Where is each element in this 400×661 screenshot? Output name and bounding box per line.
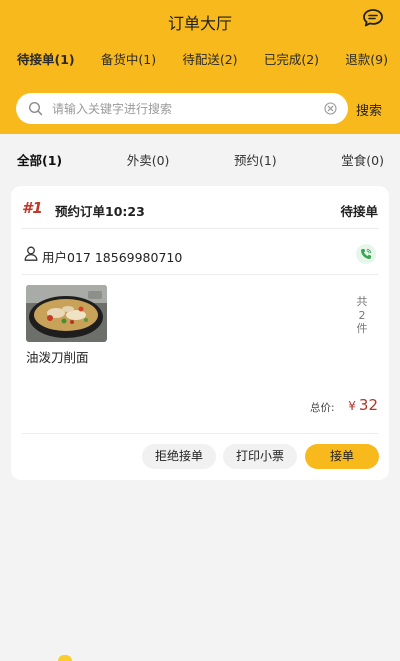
tab-all[interactable]: 全部(1) [17, 150, 62, 169]
tab-awaiting-delivery[interactable]: 待配送(2) [182, 49, 237, 68]
order-title: 预约订单10:23 [55, 204, 145, 219]
order-status: 待接单 [340, 204, 378, 219]
search-icon [28, 101, 43, 116]
currency-symbol: ¥ [348, 399, 356, 413]
message-icon[interactable] [362, 8, 384, 28]
item-name: 油泼刀削面 [26, 350, 89, 365]
quantity-value: 2 [358, 308, 366, 322]
divider [22, 228, 378, 229]
print-receipt-button[interactable]: 打印小票 [223, 444, 297, 469]
quantity-unit: 件 [356, 322, 368, 335]
app-header: 订单大厅 待接单(1) 备货中(1) 待配送(2) 已完成(2) 退款(9) 搜… [0, 0, 400, 134]
search-button[interactable]: 搜索 [356, 100, 382, 119]
home-indicator [58, 655, 72, 661]
reject-order-button[interactable]: 拒绝接单 [142, 444, 216, 469]
page-title: 订单大厅 [167, 14, 232, 33]
divider [22, 274, 378, 275]
tab-reservation[interactable]: 预约(1) [234, 150, 277, 169]
tab-preparing[interactable]: 备货中(1) [101, 49, 156, 68]
order-number: #1 [22, 199, 43, 217]
tab-refund[interactable]: 退款(9) [345, 49, 388, 68]
status-tabs: 待接单(1) 备货中(1) 待配送(2) 已完成(2) 退款(9) [0, 49, 400, 68]
tab-pending[interactable]: 待接单(1) [17, 49, 75, 68]
accept-order-button[interactable]: 接单 [305, 444, 379, 469]
user-icon [24, 246, 38, 261]
order-card[interactable]: #1 预约订单10:23 待接单 用户017 18569980710 油泼刀削面… [11, 186, 389, 480]
call-button[interactable] [356, 244, 376, 264]
tab-completed[interactable]: 已完成(2) [264, 49, 319, 68]
tab-dine-in[interactable]: 堂食(0) [341, 150, 384, 169]
total-price: ¥32 [348, 396, 378, 414]
search-bar [16, 93, 348, 124]
tab-takeaway[interactable]: 外卖(0) [127, 150, 170, 169]
divider [22, 433, 378, 434]
search-input[interactable] [52, 93, 322, 124]
total-amount: 32 [358, 396, 378, 414]
customer-info: 用户017 18569980710 [42, 250, 183, 265]
item-quantity: 共 2 件 [355, 295, 369, 336]
total-label: 总价: [310, 402, 335, 414]
quantity-prefix: 共 [356, 295, 368, 308]
type-tabs: 全部(1) 外卖(0) 预约(1) 堂食(0) [0, 150, 400, 169]
phone-icon [361, 248, 372, 259]
food-image [26, 285, 107, 342]
clear-icon[interactable] [324, 102, 337, 115]
